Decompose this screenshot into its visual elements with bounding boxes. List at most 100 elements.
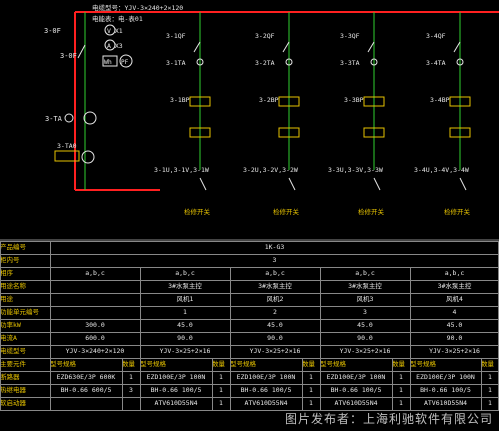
feeder-ct-icon	[64, 113, 74, 123]
component-cell: 1	[399, 373, 403, 381]
table-cell: a,b,c	[355, 269, 375, 277]
component-cell: 3	[129, 386, 133, 394]
component-header-cell: 数量	[392, 360, 405, 368]
component-cell: ATV610D55N4	[154, 399, 198, 407]
branch-relay-tag: 3-1BP	[170, 96, 190, 104]
branch-breaker-blade	[193, 41, 201, 53]
table-cell: 风机1	[176, 295, 194, 303]
component-cell: ATV610D55N4	[334, 399, 378, 407]
table-gridline	[212, 358, 213, 410]
cabinet-number: 1K-G3	[264, 243, 285, 251]
table-cell: 3#水泵主控	[348, 282, 382, 290]
component-cell: 1	[219, 386, 223, 394]
power-factor-label: PF	[121, 59, 129, 66]
voltmeter-label: V X1	[107, 27, 123, 35]
row-label: 功率kW	[0, 321, 21, 329]
table-cell: YJV-3×25+2×16	[249, 347, 301, 355]
table-cell: YJV-3×25+2×16	[159, 347, 211, 355]
branch-breaker-tag: 3-3QF	[340, 32, 360, 40]
branch-isolator-note: 检修开关	[184, 207, 211, 216]
branch-breaker-blade	[282, 41, 290, 53]
table-cell: YJV-3×240+2×120	[65, 347, 125, 355]
row-label: 用途	[0, 295, 13, 303]
table-cell	[50, 306, 140, 319]
branch-isolator-note: 检修开关	[273, 207, 300, 216]
table-cell: 45.0	[177, 321, 193, 329]
component-cell: EZD100E/3P 100N	[236, 373, 296, 381]
table-gridline	[140, 267, 141, 410]
component-cell: 1	[219, 399, 223, 407]
feeder-switch-blade	[77, 44, 86, 59]
table-cell: 3#水泵主控	[168, 282, 202, 290]
table-gridline	[0, 241, 1, 410]
table-gridline	[0, 241, 499, 242]
component-cell: 1	[219, 373, 223, 381]
component-cell: EZD100E/3P 100N	[326, 373, 386, 381]
branch-breaker-blade	[453, 41, 461, 53]
branch-ct-tag: 3-3TA	[340, 59, 360, 67]
table-cell: 4	[452, 308, 457, 316]
component-cell: 1	[488, 399, 492, 407]
table-cell: 3#水泵主控	[437, 282, 472, 290]
component-row-label: 断路器	[0, 373, 20, 381]
row-label: 电缆型号	[0, 347, 26, 355]
feeder-ct0-tag: 3-TA0	[57, 142, 77, 150]
branch-relay-tag: 3-3BP	[344, 96, 364, 104]
table-cell: 45.0	[357, 321, 373, 329]
table-gridline	[481, 358, 482, 410]
table-cell: 2	[273, 308, 277, 316]
branch-output-tag: 3-3U,3-3V,3-3W	[328, 166, 383, 174]
component-cell: 1	[488, 373, 492, 381]
cabinet-sequence: 3	[272, 256, 277, 264]
table-gridline	[320, 267, 321, 410]
feeder-switch-tag-2: 3-0F	[60, 52, 77, 60]
component-cell: BH-0.66 100/5	[330, 386, 382, 394]
table-cell: 3#水泵主控	[258, 282, 292, 290]
branch-isolator-note: 检修开关	[444, 207, 471, 216]
component-cell: 1	[129, 373, 133, 381]
row-label: 电流A	[0, 334, 17, 342]
feeder-switch-tag-1: 3-0F	[44, 27, 61, 35]
table-cell: a,b,c	[85, 269, 105, 277]
component-header-cell: 型号规格	[140, 360, 166, 368]
component-cell: BH-0.66 100/5	[240, 386, 292, 394]
component-cell: ATV610D55N4	[423, 399, 468, 407]
feeder-ct-tag: 3-TA	[45, 115, 63, 123]
single-line-diagram: 电缆型号：YJV-3×240+2×120 电能表：电-表01 3-0F 3-0F…	[0, 0, 499, 241]
component-cell	[122, 397, 140, 410]
component-cell: EZD100E/3P 100N	[146, 373, 206, 381]
component-cell: 1	[488, 386, 492, 394]
branch-ct-tag: 3-4TA	[426, 59, 446, 67]
energy-meter-label: Wh	[104, 58, 112, 66]
component-cell: BH-0.66 100/5	[150, 386, 202, 394]
table-cell: 600.0	[85, 334, 105, 342]
branch-relay-tag: 3-4BP	[430, 96, 450, 104]
component-row-label: 热继电器	[0, 386, 26, 394]
table-cell: a,b,c	[444, 269, 465, 277]
table-cell: 45.0	[446, 321, 463, 329]
feeder-relay-icon	[83, 111, 97, 125]
row-label: 用途名称	[0, 282, 26, 290]
table-gridline	[302, 358, 303, 410]
component-cell: EZD100E/3P 100N	[416, 373, 475, 381]
feeder-cable-spec: 电缆型号：YJV-3×240+2×120	[92, 3, 183, 12]
component-cell: 1	[399, 399, 403, 407]
table-cell	[50, 293, 140, 306]
branch-isolator-blade	[199, 177, 207, 191]
table-cell: 90.0	[357, 334, 373, 342]
table-cell: YJV-3×25+2×16	[339, 347, 391, 355]
table-cell: 风机3	[356, 295, 374, 303]
table-cell: 90.0	[446, 334, 463, 342]
component-row-label: 软启动器	[0, 399, 26, 407]
branch-isolator-blade	[373, 177, 381, 191]
table-cell: 3	[363, 308, 367, 316]
row-label: 功能单元编号	[0, 308, 39, 316]
table-cell: 45.0	[267, 321, 283, 329]
table-cell: 1	[183, 308, 187, 316]
component-header-cell: 数量	[122, 360, 135, 368]
branch-output-tag: 3-4U,3-4V,3-4W	[414, 166, 469, 174]
branch-isolator-note: 检修开关	[358, 207, 385, 216]
component-header-cell: 型号规格	[410, 360, 436, 368]
branch-breaker-tag: 3-2QF	[255, 32, 275, 40]
component-cell: EZD630E/3P 600K	[56, 373, 116, 381]
